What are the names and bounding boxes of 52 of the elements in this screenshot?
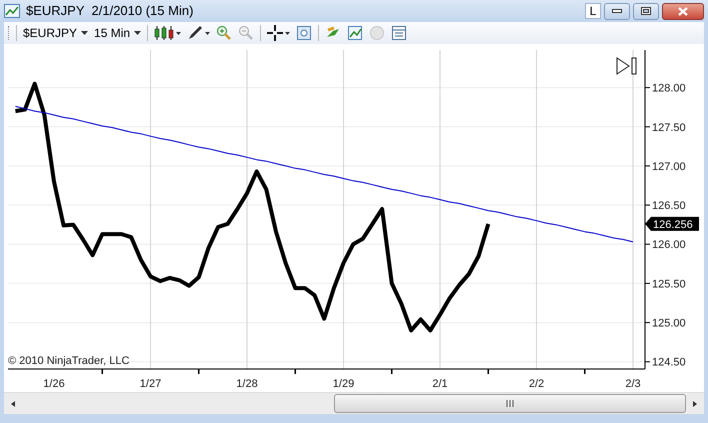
caret-icon <box>205 32 210 34</box>
price-axis-label: 124.50 <box>652 356 686 369</box>
strategy-chart-button[interactable] <box>347 25 364 41</box>
circle-icon <box>369 25 386 41</box>
date-axis-label: 2/3 <box>625 378 641 390</box>
zoom-in-button[interactable] <box>216 25 232 41</box>
chart-icon <box>347 25 364 41</box>
price-axis-label: 128.00 <box>652 82 686 95</box>
close-button[interactable] <box>662 2 704 20</box>
zoom-in-icon <box>216 25 232 41</box>
price-axis-label: 126.00 <box>652 239 686 252</box>
zoom-out-icon <box>238 25 254 41</box>
maximize-button[interactable] <box>633 2 659 20</box>
date-axis-label: 2/1 <box>432 378 448 390</box>
trend-line[interactable] <box>14 106 634 242</box>
horizontal-scrollbar[interactable] <box>4 392 704 414</box>
date-axis-label: 1/28 <box>236 378 258 390</box>
last-price-label: 126.256 <box>645 216 699 231</box>
close-icon <box>678 6 688 16</box>
candlestick-icon <box>154 25 174 41</box>
price-axis-label: 126.50 <box>652 200 686 212</box>
maximize-icon <box>641 7 651 15</box>
window-title: $EURJPY 2/1/2010 (15 Min) <box>26 2 194 20</box>
copyright-text: © 2010 NinjaTrader, LLC <box>8 355 130 368</box>
data-box-button[interactable] <box>391 25 408 41</box>
link-button[interactable]: L <box>585 3 601 19</box>
price-axis-label: 127.50 <box>652 122 686 134</box>
interval-dropdown[interactable]: 15 Min <box>94 24 142 42</box>
table-icon <box>391 25 408 41</box>
drawing-tool-button[interactable] <box>187 25 210 41</box>
caret-icon <box>134 31 142 35</box>
scroll-to-end-icon[interactable] <box>616 57 636 75</box>
minimize-icon <box>612 9 622 13</box>
date-axis-label: 1/27 <box>140 378 162 390</box>
price-axis-label: 127.00 <box>652 160 686 173</box>
minimize-button[interactable] <box>604 2 630 20</box>
crosshair-button[interactable] <box>267 25 290 41</box>
price-axis-label: 125.50 <box>652 278 686 290</box>
price-axis-label: 125.00 <box>652 318 686 330</box>
caret-icon <box>285 32 290 34</box>
date-axis-label: 1/29 <box>332 378 354 390</box>
date-axis-label: 1/26 <box>43 378 65 390</box>
grip-icon <box>506 400 514 407</box>
caret-icon <box>81 31 88 35</box>
date-axis-label: 2/2 <box>528 378 544 390</box>
scrollbar-thumb[interactable] <box>334 394 686 413</box>
chart-style-button[interactable] <box>154 25 182 41</box>
caret-icon <box>176 32 182 34</box>
instrument-dropdown[interactable]: $EURJPY <box>23 24 88 42</box>
crosshair-icon <box>267 25 284 41</box>
chart-app-icon <box>4 4 20 18</box>
pen-icon <box>187 25 204 41</box>
